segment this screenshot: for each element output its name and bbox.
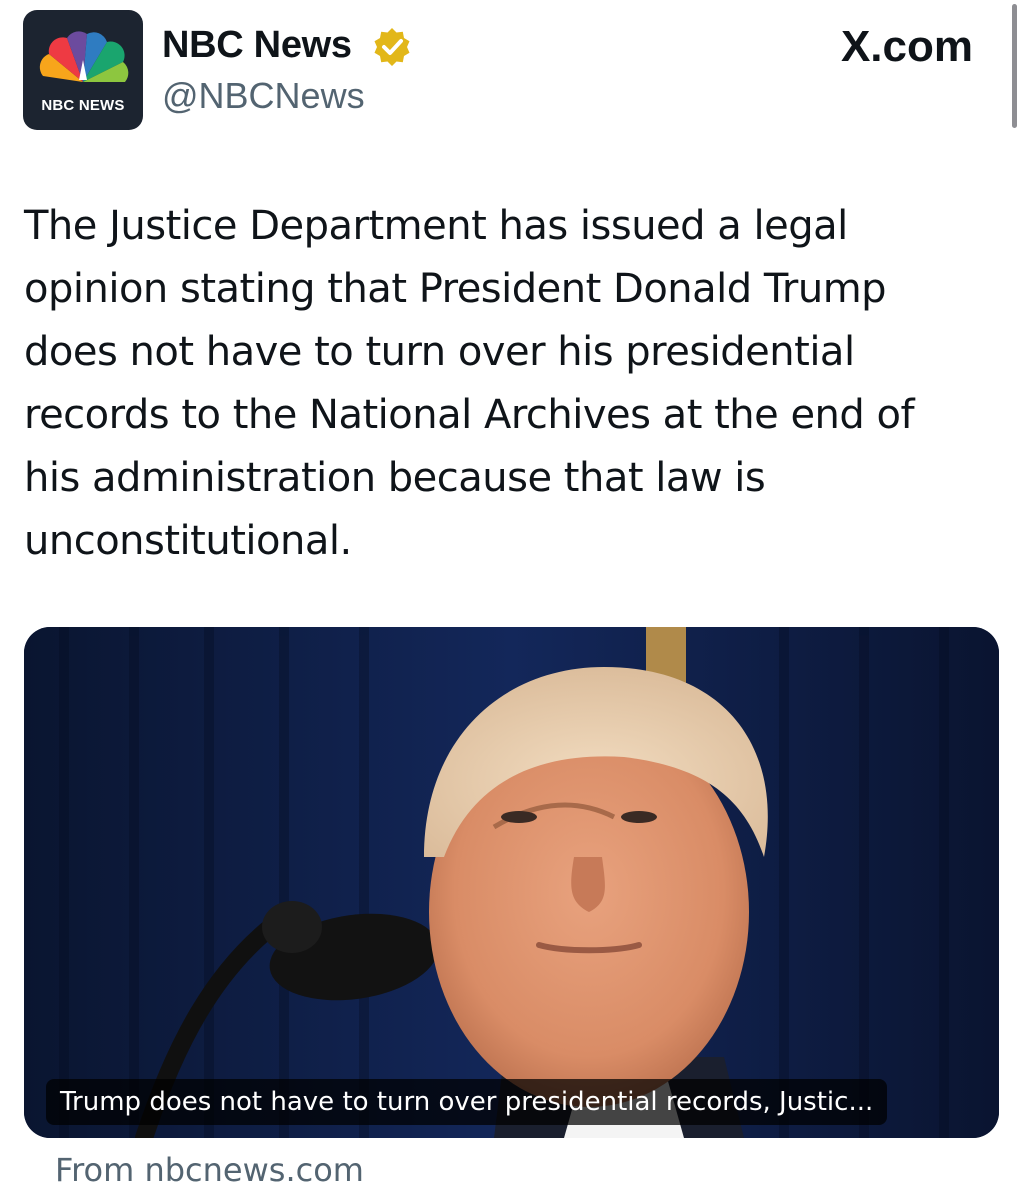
nbc-news-avatar[interactable]: NBC NEWS — [23, 10, 143, 130]
card-image — [24, 627, 999, 1138]
display-name[interactable]: NBC News — [162, 22, 352, 68]
user-handle[interactable]: @NBCNews — [162, 74, 365, 118]
site-label: X.com — [840, 22, 973, 71]
avatar-label: NBC NEWS — [41, 97, 125, 114]
card-source-link[interactable]: From nbcnews.com — [55, 1150, 364, 1190]
link-card[interactable]: Trump does not have to turn over preside… — [24, 627, 999, 1138]
card-caption: Trump does not have to turn over preside… — [46, 1079, 888, 1125]
tweet-text: The Justice Department has issued a lega… — [24, 203, 915, 564]
verified-badge-icon — [374, 28, 410, 66]
scrollbar[interactable] — [1012, 4, 1017, 128]
